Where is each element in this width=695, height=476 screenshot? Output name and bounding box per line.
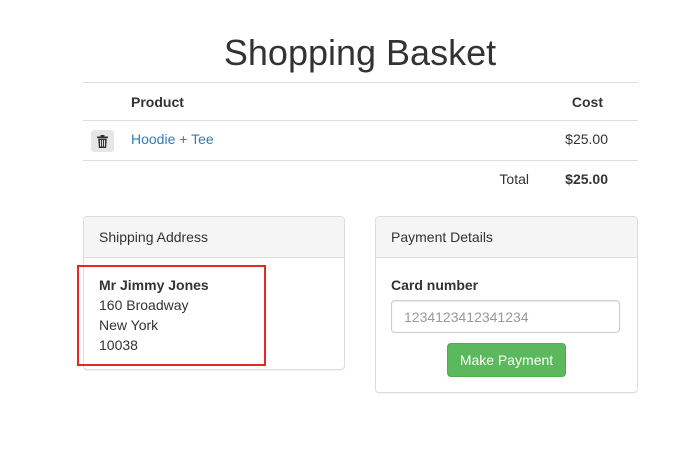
shipping-panel-heading: Shipping Address [84, 217, 344, 258]
address-city: New York [99, 317, 159, 333]
card-number-label: Card number [391, 277, 479, 293]
total-value: $25.00 [565, 171, 608, 187]
recipient-name: Mr Jimmy Jones [99, 277, 209, 293]
address-zip: 10038 [99, 337, 138, 353]
page: Shopping Basket Product Cost Hoodie + Te… [0, 0, 695, 476]
item-price: $25.00 [565, 131, 608, 147]
basket-header-row: Product Cost [83, 83, 638, 121]
table-row: Hoodie + Tee $25.00 [83, 121, 638, 161]
basket-table: Product Cost Hoodie + Tee $25.00 Total $… [83, 82, 638, 201]
address-street: 160 Broadway [99, 297, 189, 313]
total-label: Total [499, 171, 529, 187]
trash-icon [97, 134, 108, 148]
product-link[interactable]: Hoodie + Tee [131, 129, 214, 149]
payment-panel-heading: Payment Details [376, 217, 637, 258]
column-header-product: Product [131, 94, 184, 110]
remove-item-button[interactable] [91, 130, 114, 152]
payment-details-panel: Payment Details Card number Make Payment [375, 216, 638, 393]
shipping-address-panel: Shipping Address Mr Jimmy Jones 160 Broa… [83, 216, 345, 370]
make-payment-button[interactable]: Make Payment [447, 343, 566, 377]
column-header-cost: Cost [571, 94, 603, 110]
page-title: Shopping Basket [223, 32, 497, 73]
total-row: Total $25.00 [83, 161, 638, 201]
card-number-input[interactable] [391, 300, 620, 333]
shipping-address: Mr Jimmy Jones 160 Broadway New York 100… [99, 275, 209, 355]
